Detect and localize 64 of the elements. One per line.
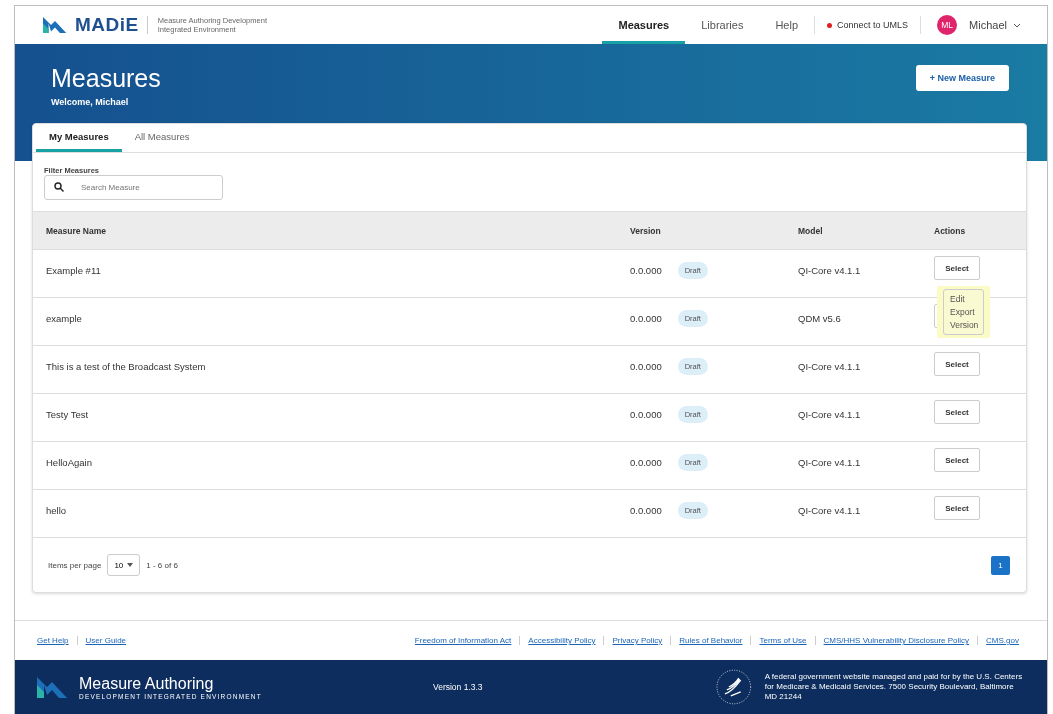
measure-name: HelloAgain xyxy=(46,457,93,468)
column-header: Measure Name xyxy=(46,225,107,236)
page-button[interactable]: 1 xyxy=(991,555,1010,575)
footer-link[interactable]: CMS/HHS Vulnerability Disclosure Policy xyxy=(814,636,978,645)
version-text: 0.0.000 xyxy=(630,409,662,420)
footer-title: Measure Authoring xyxy=(79,674,215,693)
measure-name: example xyxy=(46,313,83,324)
model-text: QI-Core v4.1.1 xyxy=(798,361,862,372)
per-page-dropdown[interactable]: 10 xyxy=(107,554,141,576)
measure-name: This is a test of the Broadcast System xyxy=(46,361,207,372)
menu-item[interactable]: Version xyxy=(950,320,977,330)
connect-umls-link[interactable]: Connect to UMLS xyxy=(815,20,921,30)
page-range: 1 - 6 of 6 xyxy=(146,560,178,570)
tab[interactable]: My Measures xyxy=(36,124,122,152)
column-header: Version xyxy=(630,225,662,236)
version-text: 0.0.000 xyxy=(630,361,662,372)
user-avatar: ML xyxy=(937,15,958,35)
footer-link[interactable]: User Guide xyxy=(76,636,135,645)
model-text: QDM v5.6 xyxy=(798,313,842,324)
logo-icon xyxy=(43,16,67,34)
version-text: Version 1.3.3 xyxy=(432,682,484,692)
measure-name: Example #11 xyxy=(46,265,102,276)
tab[interactable]: All Measures xyxy=(121,124,203,152)
version-text: 0.0.000 xyxy=(630,313,662,324)
measure-name: Testy Test xyxy=(46,409,90,420)
chevron-down-icon xyxy=(1013,22,1021,28)
select-button[interactable]: Select xyxy=(934,256,980,280)
version-text: 0.0.000 xyxy=(630,505,662,516)
footer-logo-icon xyxy=(37,676,67,698)
footer-link[interactable]: Terms of Use xyxy=(750,636,815,645)
select-button[interactable]: Select xyxy=(934,352,980,376)
model-text: QI-Core v4.1.1 xyxy=(798,505,862,516)
menu-item[interactable]: Edit xyxy=(950,294,977,304)
version-text: 0.0.000 xyxy=(630,457,662,468)
items-per-page-label: Items per page xyxy=(48,560,102,570)
search-icon xyxy=(54,182,64,192)
footer-link[interactable]: Accessibility Policy xyxy=(519,636,604,645)
select-button[interactable]: Select xyxy=(934,400,980,424)
search-field[interactable]: Search Measure xyxy=(44,175,223,200)
menu-item[interactable]: Export xyxy=(950,307,977,317)
model-text: QI-Core v4.1.1 xyxy=(798,265,862,276)
page-title: Measures xyxy=(51,64,161,93)
footer-link[interactable]: CMS.gov xyxy=(977,636,1027,645)
welcome-text: Welcome, Michael xyxy=(51,97,130,107)
footer-link[interactable]: Rules of Behavior xyxy=(670,636,751,645)
footer-link[interactable]: Get Help xyxy=(37,636,77,645)
footer-link[interactable]: Privacy Policy xyxy=(603,636,671,645)
column-header: Actions xyxy=(934,225,967,236)
logo-text: MADiE xyxy=(75,14,139,36)
new-measure-button[interactable]: + New Measure xyxy=(915,65,1009,91)
footer-notice: A federal government website managed and paid for by the U.S. Centers for Medicare & Medicaid Services. 7500 Security Boulevard, Baltimore MD 21244 xyxy=(764,672,1024,702)
nav-link[interactable]: Help xyxy=(759,6,815,44)
version-text: 0.0.000 xyxy=(630,265,662,276)
eagle-seal-icon xyxy=(715,668,753,706)
footer-link[interactable]: Freedom of Information Act xyxy=(414,636,520,645)
column-header: Model xyxy=(798,225,824,236)
model-text: QI-Core v4.1.1 xyxy=(798,409,862,420)
measure-name: hello xyxy=(46,505,68,516)
model-text: QI-Core v4.1.1 xyxy=(798,457,862,468)
select-button[interactable]: Select xyxy=(934,448,980,472)
nav-link[interactable]: Libraries xyxy=(685,6,760,44)
select-button[interactable]: Select xyxy=(934,496,980,520)
user-menu-button[interactable]: Michael xyxy=(963,18,1027,32)
caret-icon xyxy=(127,563,134,567)
